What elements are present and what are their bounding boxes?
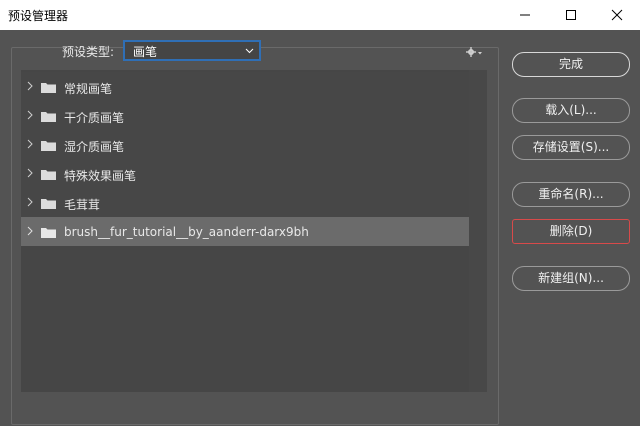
minimize-icon (520, 14, 530, 16)
close-icon (611, 9, 623, 21)
preset-type-label: 预设类型: (62, 45, 115, 59)
maximize-icon (566, 10, 576, 20)
preset-list[interactable]: 常规画笔 干介质画笔 湿介质画笔 特殊效果画笔 毛茸茸 brush__fur_t… (21, 70, 487, 392)
list-item[interactable]: 湿介质画笔 (21, 130, 469, 159)
list-item[interactable]: 毛茸茸 (21, 188, 469, 217)
list-item[interactable]: 常规画笔 (21, 72, 469, 101)
folder-icon (41, 141, 56, 151)
folder-icon (41, 228, 56, 238)
chevron-right-icon[interactable] (27, 226, 33, 236)
list-item[interactable]: 特殊效果画笔 (21, 159, 469, 188)
window-title: 预设管理器 (8, 9, 69, 23)
chevron-right-icon[interactable] (27, 197, 33, 207)
folder-icon (41, 170, 56, 180)
rename-button[interactable]: 重命名(R)... (512, 182, 630, 207)
title-bar: 预设管理器 (0, 0, 640, 30)
preset-type-select[interactable]: 画笔 (123, 40, 261, 61)
load-button[interactable]: 载入(L)... (512, 98, 630, 123)
preset-type-value: 画笔 (133, 45, 158, 59)
delete-button[interactable]: 删除(D) (512, 219, 630, 244)
folder-icon (41, 83, 56, 93)
list-item-label: 干介质画笔 (64, 111, 125, 125)
chevron-right-icon[interactable] (27, 139, 33, 149)
folder-icon (41, 112, 56, 122)
chevron-down-icon (245, 48, 254, 54)
done-button[interactable]: 完成 (512, 52, 630, 77)
list-item[interactable]: 干介质画笔 (21, 101, 469, 130)
chevron-right-icon[interactable] (27, 110, 33, 120)
list-item-label: 常规画笔 (64, 82, 113, 96)
chevron-right-icon[interactable] (27, 168, 33, 178)
gear-icon (466, 47, 482, 57)
list-item-label: 毛茸茸 (64, 198, 101, 212)
maximize-button[interactable] (548, 0, 594, 30)
settings-menu-button[interactable] (466, 42, 484, 61)
chevron-right-icon[interactable] (27, 81, 33, 91)
list-item-label: 湿介质画笔 (64, 140, 125, 154)
close-button[interactable] (594, 0, 640, 30)
list-item-selected[interactable]: brush__fur_tutorial__by_aanderr-darx9bh (21, 217, 469, 246)
list-item-label: brush__fur_tutorial__by_aanderr-darx9bh (64, 225, 309, 239)
folder-icon (41, 199, 56, 209)
list-item-label: 特殊效果画笔 (64, 169, 137, 183)
save-set-button[interactable]: 存储设置(S)... (512, 135, 630, 160)
scrollbar-track[interactable] (469, 70, 487, 392)
minimize-button[interactable] (502, 0, 548, 30)
new-group-button[interactable]: 新建组(N)... (512, 266, 630, 291)
